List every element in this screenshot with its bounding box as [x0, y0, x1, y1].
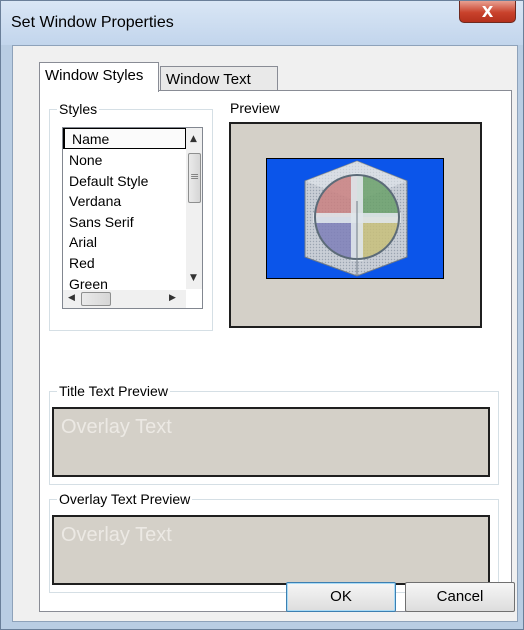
styles-listbox[interactable]: Name None Default Style Verdana Sans Ser… [62, 127, 203, 309]
title-text-preview-group: Title Text Preview Overlay Text [49, 383, 499, 485]
vertical-scroll-thumb[interactable]: ≡ [188, 153, 201, 203]
overlay-text-preview-group: Overlay Text Preview Overlay Text [49, 491, 499, 593]
overlay-text: Overlay Text [61, 524, 172, 546]
close-icon: X [481, 2, 494, 21]
list-item[interactable]: Sans Serif [66, 212, 148, 233]
title-overlay-text: Overlay Text [61, 416, 172, 438]
scroll-left-icon[interactable]: ◀ [68, 293, 75, 303]
tab-panel-window-styles: Styles Name None Default Style Verdana S… [39, 90, 512, 612]
scroll-down-icon[interactable]: ▼ [190, 273, 197, 283]
overlay-text-preview-label: Overlay Text Preview [57, 491, 193, 507]
cancel-button[interactable]: Cancel [405, 582, 515, 612]
list-item[interactable]: Default Style [66, 171, 148, 192]
list-item[interactable]: None [66, 150, 148, 171]
horizontal-scrollbar[interactable]: ◀ ▶ [63, 290, 186, 308]
ok-button[interactable]: OK [286, 582, 396, 612]
title-text-preview-box: Overlay Text [52, 407, 490, 477]
scroll-right-icon[interactable]: ▶ [169, 293, 176, 303]
styles-group: Styles Name None Default Style Verdana S… [49, 101, 213, 331]
vertical-scrollbar[interactable]: ▲ ≡ ▼ [186, 128, 202, 289]
tab-label: Window Styles [45, 67, 144, 84]
list-item[interactable]: Red [66, 253, 148, 274]
list-column-header-name[interactable]: Name [63, 128, 186, 149]
close-button[interactable]: X [459, 1, 516, 23]
tab-window-styles[interactable]: Window Styles [39, 62, 159, 92]
preview-group: Preview [221, 100, 499, 375]
horizontal-scroll-thumb[interactable] [81, 292, 111, 306]
tab-label: Window Text [166, 71, 251, 88]
cube-emblem-icon [304, 160, 408, 277]
preview-group-label: Preview [228, 100, 282, 116]
grip-icon: ≡ [190, 170, 200, 183]
tab-window-text[interactable]: Window Text [160, 66, 278, 92]
preview-frame [229, 122, 482, 328]
overlay-text-preview-box: Overlay Text [52, 515, 490, 585]
list-item[interactable]: Arial [66, 232, 148, 253]
preview-image [266, 158, 444, 279]
window-title: Set Window Properties [11, 14, 174, 31]
styles-list: None Default Style Verdana Sans Serif Ar… [66, 150, 148, 294]
scroll-up-icon[interactable]: ▲ [190, 134, 197, 144]
title-text-preview-label: Title Text Preview [57, 383, 170, 399]
dialog-window: Set Window Properties X Window Styles Wi… [0, 0, 524, 630]
dialog-client-area: Window Styles Window Text Styles Name No… [12, 45, 518, 622]
styles-group-label: Styles [57, 101, 100, 117]
list-item[interactable]: Verdana [66, 191, 148, 212]
title-bar[interactable]: Set Window Properties X [1, 1, 523, 45]
